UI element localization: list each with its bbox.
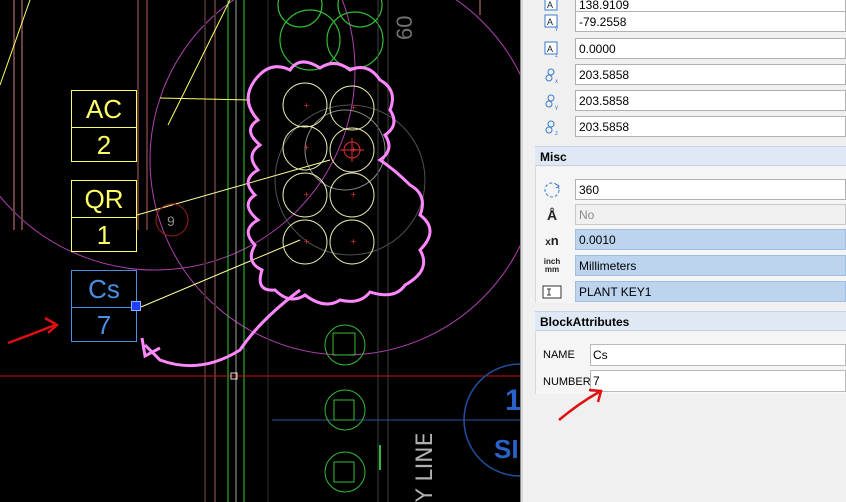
rotation-field[interactable]: 360 bbox=[575, 179, 846, 200]
top-right-label: 60 bbox=[392, 16, 417, 40]
units-field[interactable]: Millimeters bbox=[575, 255, 846, 276]
scale-y-icon: y bbox=[541, 91, 563, 111]
scale-z-field[interactable]: 203.5858 bbox=[575, 116, 846, 137]
block-attributes-section-header[interactable]: BlockAttributes bbox=[535, 311, 846, 331]
circle-fragment-number: 1 bbox=[505, 384, 520, 417]
svg-text:+: + bbox=[303, 101, 310, 110]
svg-text:+: + bbox=[350, 103, 357, 112]
plant-tag-code: AC bbox=[72, 91, 136, 128]
annotative-field[interactable]: No bbox=[575, 204, 846, 225]
scale-y-field[interactable]: 203.5858 bbox=[575, 90, 846, 111]
unit-factor-icon: xn bbox=[545, 232, 559, 248]
svg-text:+: + bbox=[350, 190, 357, 199]
property-row-block-name: PLANT KEY1 bbox=[535, 279, 846, 305]
property-row-unit-factor: xn 0.0010 bbox=[535, 227, 846, 253]
property-row-annotative: Å No bbox=[535, 202, 846, 228]
svg-text:y: y bbox=[555, 26, 558, 31]
cad-canvas[interactable]: 9 60 1 SI Y LINE ++ ++ ++ ++ AC bbox=[0, 0, 520, 502]
plant-tag-code: QR bbox=[72, 181, 136, 218]
svg-text:x: x bbox=[555, 79, 558, 84]
plant-tag-code: Cs bbox=[72, 271, 136, 308]
block-name-field[interactable]: PLANT KEY1 bbox=[575, 281, 846, 302]
property-row-units: inch mm Millimeters bbox=[535, 253, 846, 279]
unit-factor-field[interactable]: 0.0010 bbox=[575, 229, 846, 250]
plant-tag-ac[interactable]: AC 2 bbox=[71, 90, 137, 162]
svg-text:y: y bbox=[555, 105, 558, 110]
property-row-position-z: Az 0.0000 bbox=[535, 36, 846, 62]
position-z-icon: Az bbox=[541, 39, 563, 59]
property-row-scale-z: z 203.5858 bbox=[535, 114, 846, 140]
svg-text:+: + bbox=[303, 143, 310, 152]
position-z-field[interactable]: 0.0000 bbox=[575, 38, 846, 59]
attribute-name-label: NAME bbox=[543, 349, 575, 361]
large-circle-left bbox=[0, 0, 356, 271]
svg-text:A: A bbox=[547, 44, 553, 54]
property-line-text: Y LINE bbox=[413, 432, 438, 502]
plant-tag-qr[interactable]: QR 1 bbox=[71, 180, 137, 252]
plant-tag-number: 1 bbox=[96, 220, 112, 250]
red-marker-arrow bbox=[7, 323, 56, 345]
rotation-icon bbox=[541, 180, 563, 200]
svg-text:z: z bbox=[555, 131, 558, 136]
svg-text:z: z bbox=[555, 53, 558, 58]
misc-section-header[interactable]: Misc bbox=[535, 146, 846, 166]
attribute-number-field[interactable]: 7 bbox=[590, 370, 846, 392]
scale-x-icon: x bbox=[541, 65, 563, 85]
annotative-icon: Å bbox=[546, 207, 558, 223]
circle-fragment-text: SI bbox=[494, 434, 519, 464]
svg-text:+: + bbox=[303, 190, 310, 199]
properties-panel: A 138.9109 Ay -79.2558 Az 0.0000 x 203.5… bbox=[523, 0, 846, 502]
markup-arrow bbox=[143, 288, 301, 368]
svg-text:+: + bbox=[350, 237, 357, 246]
position-y-icon: Ay bbox=[541, 12, 563, 32]
selection-grip-handle[interactable] bbox=[131, 301, 141, 311]
property-row-scale-y: y 203.5858 bbox=[535, 88, 846, 114]
small-circle-label: 9 bbox=[167, 213, 175, 229]
red-annotation-arrow bbox=[558, 388, 603, 421]
property-row-scale-x: x 203.5858 bbox=[535, 62, 846, 88]
plant-cluster[interactable] bbox=[282, 82, 375, 265]
svg-text:+: + bbox=[303, 237, 310, 246]
scale-z-icon: z bbox=[541, 117, 563, 137]
position-y-field[interactable]: -79.2558 bbox=[575, 11, 846, 32]
block-name-icon bbox=[541, 282, 563, 302]
units-icon: inch mm bbox=[543, 257, 561, 274]
attribute-name-field[interactable]: Cs bbox=[590, 344, 846, 366]
property-row-rotation: 360 bbox=[535, 177, 846, 203]
plant-tag-number: 2 bbox=[96, 130, 112, 160]
plant-tag-cs-selected[interactable]: Cs 7 bbox=[71, 270, 137, 342]
svg-text:A: A bbox=[547, 17, 553, 27]
plant-tag-number: 7 bbox=[96, 310, 112, 340]
property-row-position-y: Ay -79.2558 bbox=[535, 9, 846, 35]
scale-x-field[interactable]: 203.5858 bbox=[575, 64, 846, 85]
